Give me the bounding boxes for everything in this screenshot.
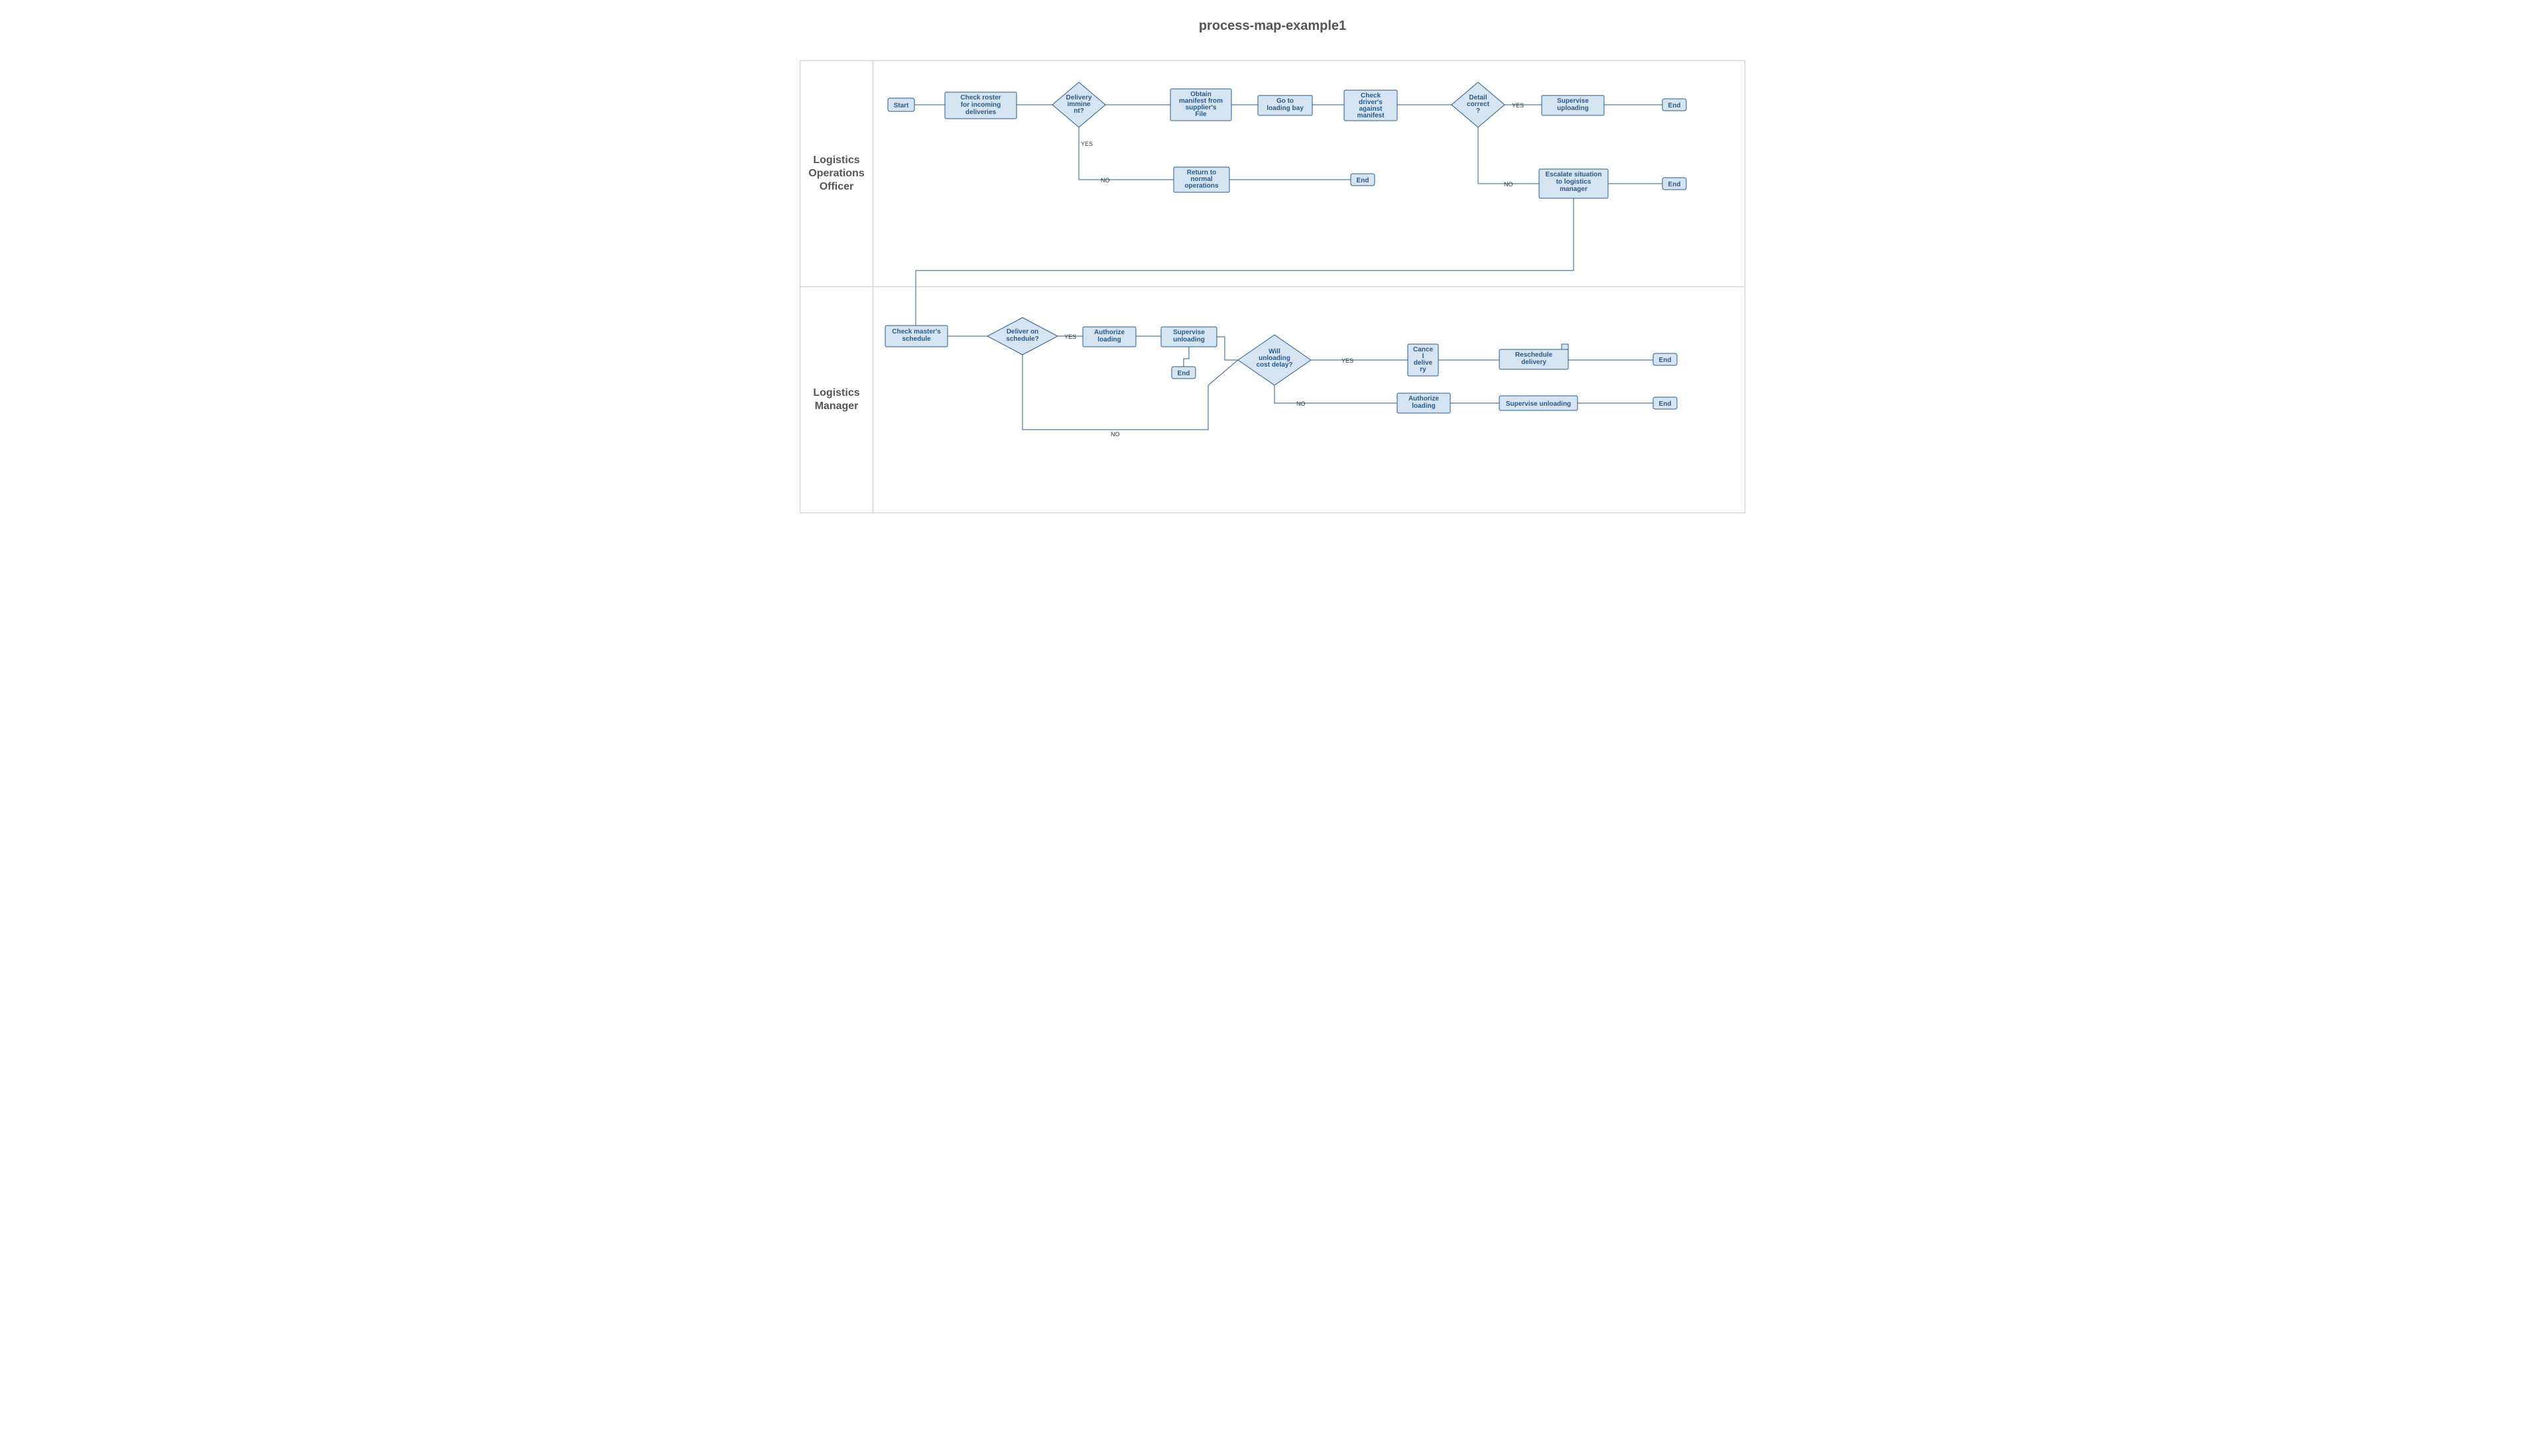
lane-body-manager-svg: Check master'sschedule Check master's sc… [873,287,1746,513]
svg-text:Superviseunloading: Superviseunloading [1173,329,1205,343]
lane-logistics-officer: Logistics Operations Officer Start Check… [800,61,1745,287]
svg-text:End: End [1659,400,1672,408]
svg-text:Authorizeloading: Authorizeloading [1408,395,1440,410]
edge-sup1-to-diamond2 [1217,337,1238,360]
label-schedule-no: NO [1111,431,1120,438]
label-detail-no: NO [1504,181,1513,188]
svg-text:End: End [1668,181,1681,188]
node-end-2: End [1351,174,1375,186]
svg-text:End: End [1668,102,1681,109]
node-authorize-loading-2: Authorizeloading Authorize loading [1397,393,1450,413]
label-schedule-yes: YES [1064,334,1076,340]
node-return-normal: Return tonormaloperations Return to norm… [1174,167,1229,192]
label-d2-yes: YES [1341,357,1353,364]
node-reschedule-delivery: Rescheduledelivery Reschedule delivery [1499,344,1568,369]
node-cancel-delivery: Canceldelivery Cancel delivery [1408,344,1438,376]
node-supervise-unloading-2: Supervise unloading [1499,396,1578,410]
node-end-1: End [1662,99,1686,111]
node-end-4: End [1172,367,1196,379]
edge-diamond2-no [1274,385,1397,403]
edge-sup1-to-end4 [1184,347,1189,367]
lane-header-officer: Logistics Operations Officer [800,61,873,286]
swimlane-container: Logistics Operations Officer Start Check… [800,60,1745,513]
node-deliver-on-schedule: Deliver onschedule? Deliver on schedule? [987,318,1058,355]
node-delivery-imminent: Deliveryimminent? Delivery imminent? [1052,82,1105,127]
svg-text:End: End [1357,177,1369,184]
svg-text:End: End [1178,370,1190,377]
lane-header-manager: Logistics Manager [800,287,873,513]
label-d2-no: NO [1296,400,1306,407]
svg-text:Check rosterfor incomingdelive: Check rosterfor incomingdeliveries [960,94,1001,116]
node-check-master-schedule: Check master'sschedule Check master's sc… [885,326,948,347]
svg-text:Authorizeloading: Authorizeloading [1094,329,1125,343]
node-end-5: End [1653,353,1677,365]
label-imminent-no: NO [1101,177,1110,184]
node-authorize-loading-1: Authorizeloading Authorize loading [1083,327,1136,347]
node-start: Start [888,98,914,111]
node-supervise-unloading-1: Superviseunloading Supervise unloading [1161,327,1217,347]
svg-text:Supervise unloading: Supervise unloading [1506,400,1571,408]
node-supervise-uploading: Superviseuploading Supervise uploading [1542,95,1604,115]
label-imminent-yes: YES [1081,141,1093,147]
node-detail-correct: Detailcorrect? Detail correct? [1452,82,1505,127]
node-check-drivers: Checkdriver'sagainstmanifest Check drive… [1344,90,1397,121]
node-unloading-cost-delay: Willunloadingcost delay? Will unloading … [1238,335,1311,385]
svg-text:Checkdriver'sagainstmanifest: Checkdriver'sagainstmanifest [1357,92,1385,119]
edge-schedule-no-loop [1023,355,1238,430]
lane-logistics-manager: Logistics Manager Check master'sschedule… [800,287,1745,513]
node-escalate: Escalate situationto logisticsmanager Es… [1539,169,1608,198]
node-goto-loading-bay: Go toloading bay Go to loading bay [1258,95,1312,115]
node-check-roster: Check rosterfor incomingdeliveries Check… [945,92,1017,119]
node-end-6: End [1653,397,1677,409]
diagram-title: process-map-example1 [792,0,1753,60]
svg-text:End: End [1659,357,1672,364]
label-detail-yes: YES [1512,102,1524,109]
node-end-3: End [1662,178,1686,190]
svg-text:Deliver onschedule?: Deliver onschedule? [1006,328,1038,343]
svg-text:Superviseuploading: Superviseuploading [1557,97,1589,112]
node-obtain-manifest: Obtainmanifest fromsupplier'sFile Obtain… [1170,89,1231,121]
lane-body-officer-svg: Start Check rosterfor incomingdeliveries… [873,61,1746,326]
svg-text:Start: Start [894,102,909,109]
